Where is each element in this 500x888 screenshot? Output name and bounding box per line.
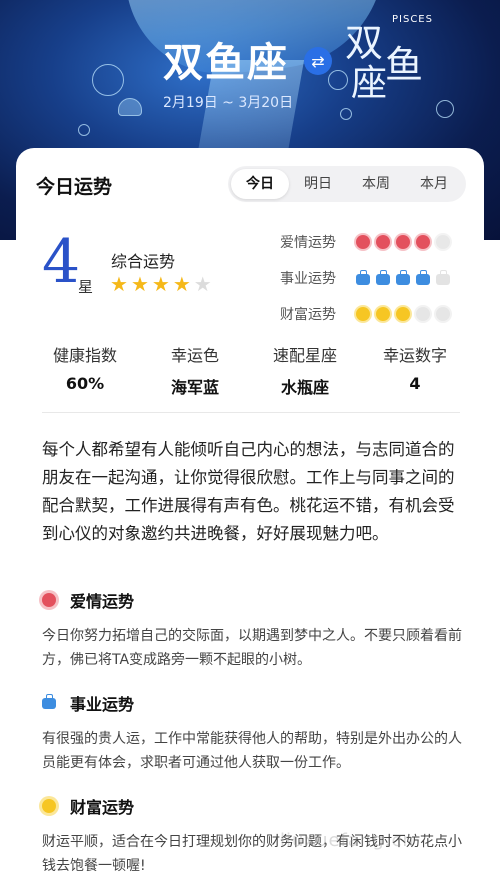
briefcase-icon xyxy=(42,693,56,709)
section-title: 爱情运势 xyxy=(70,592,135,611)
watermark: liuxuefang.cn xyxy=(280,830,415,851)
section-body: 有很强的贵人运，工作中常能获得他人的帮助，特别是外出办公的人员能更有体会，求职者… xyxy=(42,731,462,771)
stat-lucky-color: 幸运色 海军蓝 xyxy=(140,342,250,398)
star-icon: ★ xyxy=(130,272,149,296)
rating-icons xyxy=(356,235,450,249)
star-icon: ★ xyxy=(193,272,212,296)
stat-match-sign: 速配星座 水瓶座 xyxy=(250,342,360,398)
briefcase-icon xyxy=(436,270,450,285)
stat-value: 海军蓝 xyxy=(170,378,219,397)
stat-label: 幸运数字 xyxy=(382,346,447,365)
stat-lucky-number: 幸运数字 4 xyxy=(360,342,470,398)
rating-label: 爱情运势 xyxy=(280,235,336,251)
stat-label: 幸运色 xyxy=(170,346,219,365)
stat-health: 健康指数 60% xyxy=(30,342,140,398)
stat-label: 速配星座 xyxy=(272,346,337,365)
section-body: 今日你努力拓增自己的交际面，以期遇到梦中之人。不要只顾着看前方，佛已将TA变成路… xyxy=(42,628,462,668)
fortune-summary: 每个人都希望有人能倾听自己内心的想法，与志同道合的朋友在一起沟通，让你觉得很欣慰… xyxy=(42,440,455,543)
section-career: 事业运势 有很强的贵人运，工作中常能获得他人的帮助，特别是外出办公的人员能更有体… xyxy=(42,691,462,775)
switch-sign-button[interactable]: ⇄ xyxy=(304,47,332,75)
star-icon: ★ xyxy=(110,272,128,296)
tab-today[interactable]: 今日 xyxy=(231,169,289,199)
rating-icons xyxy=(356,270,450,285)
stat-value: 水瓶座 xyxy=(280,378,329,397)
rating-row: 爱情运势 xyxy=(280,224,450,260)
stat-value: 60% xyxy=(65,374,105,393)
score-unit: 星 xyxy=(78,278,94,296)
bubble-decoration xyxy=(436,100,454,118)
fortune-card: 今日运势 今日 明日 本周 本月 4 星 综合运势 ★ ★ ★ ★ ★ 爱情运势 事业运势… xyxy=(16,148,484,888)
sign-date-range: 2月19日 ~ 3月20日 xyxy=(163,95,294,111)
swap-icon: ⇄ xyxy=(311,51,325,71)
overall-score: 4 xyxy=(42,227,81,297)
rating-row: 财富运势 xyxy=(280,296,450,332)
tab-tomorrow[interactable]: 明日 xyxy=(289,169,347,199)
sign-title: 双鱼座 xyxy=(163,40,289,86)
flower-icon xyxy=(42,593,56,607)
briefcase-icon xyxy=(396,270,410,285)
bubble-decoration xyxy=(78,124,90,136)
star-icon: ★ xyxy=(172,272,191,296)
rating-label: 财富运势 xyxy=(280,307,336,323)
fortune-title: 今日运势 xyxy=(36,176,113,198)
section-title: 事业运势 xyxy=(70,695,135,714)
divider xyxy=(42,412,460,413)
overall-label: 综合运势 xyxy=(111,252,176,271)
flower-icon xyxy=(436,235,450,249)
bubble-decoration xyxy=(92,64,124,96)
glyph-char: 座 xyxy=(351,63,388,104)
section-love: 爱情运势 今日你努力拓增自己的交际面，以期遇到梦中之人。不要只顾着看前方，佛已将… xyxy=(42,588,462,672)
star-icon: ★ xyxy=(151,272,170,296)
rating-icons xyxy=(356,307,450,321)
stat-label: 健康指数 xyxy=(52,346,117,365)
flower-icon xyxy=(356,235,370,249)
jellyfish-decoration xyxy=(118,98,142,116)
tab-month[interactable]: 本月 xyxy=(405,169,463,199)
tab-week[interactable]: 本周 xyxy=(347,169,405,199)
stat-value: 4 xyxy=(409,374,421,393)
overall-star-rating: ★ ★ ★ ★ ★ xyxy=(110,274,212,294)
flower-icon xyxy=(396,235,410,249)
rating-row: 事业运势 xyxy=(280,260,450,296)
period-tabs: 今日 明日 本周 本月 xyxy=(228,166,466,202)
coin-icon xyxy=(436,307,450,321)
briefcase-icon xyxy=(416,270,430,285)
category-ratings: 爱情运势事业运势财富运势 xyxy=(280,224,450,332)
coin-icon xyxy=(356,307,370,321)
coin-icon xyxy=(416,307,430,321)
coin-icon xyxy=(396,307,410,321)
sign-english-name: PISCES xyxy=(392,14,433,25)
glyph-char: 鱼 xyxy=(385,43,424,87)
section-title: 财富运势 xyxy=(70,798,135,817)
rating-label: 事业运势 xyxy=(280,271,336,287)
flower-icon xyxy=(416,235,430,249)
coin-icon xyxy=(376,307,390,321)
briefcase-icon xyxy=(376,270,390,285)
stats-row: 健康指数 60% 幸运色 海军蓝 速配星座 水瓶座 幸运数字 4 xyxy=(30,342,470,398)
flower-icon xyxy=(376,235,390,249)
briefcase-icon xyxy=(356,270,370,285)
bubble-decoration xyxy=(340,108,352,120)
coin-icon xyxy=(42,799,56,813)
